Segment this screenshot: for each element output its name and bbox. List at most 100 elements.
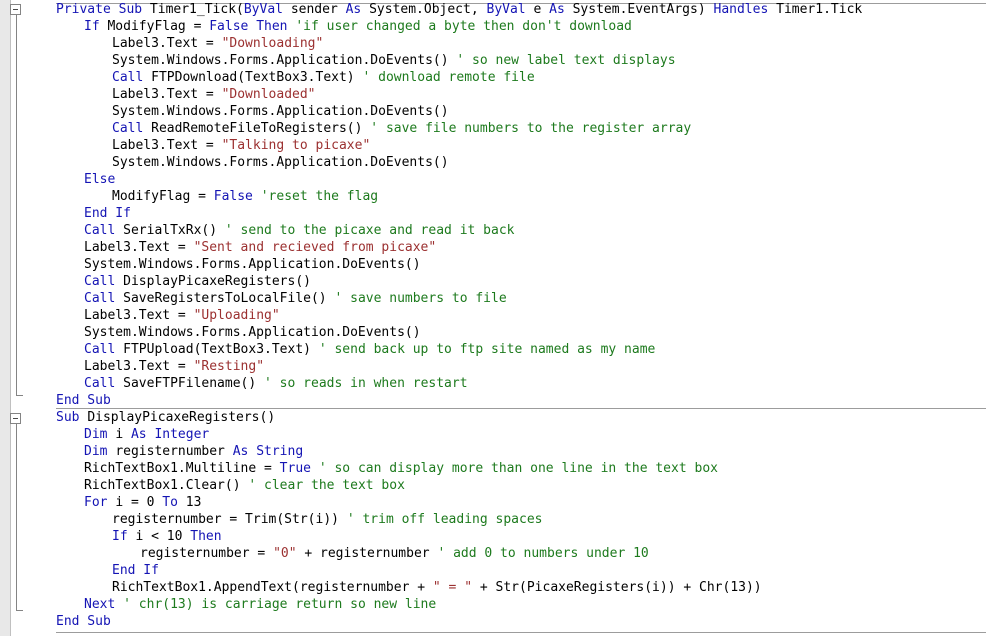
code-token-cmt: 'if user changed a byte then don't downl… xyxy=(295,19,632,34)
code-token-kw: As xyxy=(549,2,573,17)
code-token-str: " = " xyxy=(432,580,473,595)
code-token-pln: ReadRemoteFileToRegisters() xyxy=(151,121,371,136)
code-line[interactable]: Call SaveFTPFilename() ' so reads in whe… xyxy=(84,375,468,392)
code-token-kw: False xyxy=(213,189,261,204)
code-token-kw: Call xyxy=(112,121,152,136)
code-line[interactable]: RichTextBox1.Multiline = True ' so can d… xyxy=(84,460,718,477)
code-token-str: "Downloading" xyxy=(221,36,324,51)
code-token-pln: i < 10 xyxy=(135,529,191,544)
code-token-pln: Label3.Text = xyxy=(112,87,222,102)
code-line[interactable]: Label3.Text = "Sent and recieved from pi… xyxy=(84,239,436,256)
code-token-pln: DisplayPicaxeRegisters() xyxy=(87,410,276,425)
code-text-layer[interactable]: Private Sub Timer1_Tick(ByVal sender As … xyxy=(0,0,986,636)
code-token-str: "0" xyxy=(273,546,297,561)
code-line[interactable]: End If xyxy=(84,205,131,222)
code-line[interactable]: Dim registernumber As String xyxy=(84,443,303,460)
code-token-kw: Call xyxy=(112,70,152,85)
code-token-kw: As String xyxy=(232,444,304,459)
code-token-pln: SerialTxRx() xyxy=(123,223,225,238)
code-line[interactable]: End Sub xyxy=(56,392,111,409)
code-token-pln: DisplayPicaxeRegisters() xyxy=(123,274,311,289)
code-token-pln: i = 0 xyxy=(115,495,163,510)
code-token-kw: Next xyxy=(84,597,124,612)
code-line[interactable]: Label3.Text = "Uploading" xyxy=(84,307,280,324)
code-token-pln: System.Windows.Forms.Application.DoEvent… xyxy=(84,257,421,272)
code-line[interactable]: System.Windows.Forms.Application.DoEvent… xyxy=(84,256,421,273)
code-token-kw: End If xyxy=(84,206,131,221)
code-line[interactable]: Label3.Text = "Resting" xyxy=(84,358,264,375)
code-token-kw: Call xyxy=(84,223,124,238)
code-token-pln: ModifyFlag = xyxy=(112,189,214,204)
code-line[interactable]: Call SaveRegistersToLocalFile() ' save n… xyxy=(84,290,507,307)
code-token-str: "Downloaded" xyxy=(221,87,316,102)
code-line[interactable]: Call FTPDownload(TextBox3.Text) ' downlo… xyxy=(112,69,535,86)
code-token-cmt: ' send to the picaxe and read it back xyxy=(224,223,515,238)
code-token-kw: For xyxy=(84,495,116,510)
code-token-str: "Sent and recieved from picaxe" xyxy=(193,240,437,255)
code-line[interactable]: Dim i As Integer xyxy=(84,426,209,443)
code-line[interactable]: registernumber = Trim(Str(i)) ' trim off… xyxy=(112,511,542,528)
code-token-pln: 13 xyxy=(185,495,202,510)
code-token-kw: End Sub xyxy=(56,393,111,408)
code-line[interactable]: For i = 0 To 13 xyxy=(84,494,201,511)
code-line[interactable]: Call FTPUpload(TextBox3.Text) ' send bac… xyxy=(84,341,655,358)
code-line[interactable]: Sub DisplayPicaxeRegisters() xyxy=(56,409,275,426)
code-line[interactable]: Call SerialTxRx() ' send to the picaxe a… xyxy=(84,222,514,239)
code-line[interactable]: RichTextBox1.AppendText(registernumber +… xyxy=(112,579,762,596)
code-token-cmt: ' send back up to ftp site named as my n… xyxy=(318,342,656,357)
code-token-pln: System.Windows.Forms.Application.DoEvent… xyxy=(112,104,449,119)
code-token-kw: True xyxy=(279,461,319,476)
code-token-kw: Call xyxy=(84,291,124,306)
code-token-kw: Handles xyxy=(713,2,777,17)
code-token-str: "Uploading" xyxy=(193,308,280,323)
code-token-pln: System.Windows.Forms.Application.DoEvent… xyxy=(112,53,457,68)
code-line[interactable]: Label3.Text = "Downloading" xyxy=(112,35,323,52)
code-token-pln: RichTextBox1.Clear() xyxy=(84,478,249,493)
code-line[interactable]: End If xyxy=(112,562,159,579)
code-line[interactable]: Label3.Text = "Downloaded" xyxy=(112,86,316,103)
code-token-pln: Label3.Text = xyxy=(84,308,194,323)
code-token-pln: System.Object, xyxy=(369,2,487,17)
code-editor-pane[interactable]: Private Sub Timer1_Tick(ByVal sender As … xyxy=(0,0,986,636)
code-line[interactable]: registernumber = "0" + registernumber ' … xyxy=(140,545,649,562)
code-line[interactable]: System.Windows.Forms.Application.DoEvent… xyxy=(84,324,421,341)
code-token-kw: Sub xyxy=(56,410,88,425)
code-token-pln: System.Windows.Forms.Application.DoEvent… xyxy=(112,155,449,170)
code-line[interactable]: If ModifyFlag = False Then 'if user chan… xyxy=(84,18,632,35)
code-line[interactable]: Label3.Text = "Talking to picaxe" xyxy=(112,137,370,154)
code-line[interactable]: If i < 10 Then xyxy=(112,528,222,545)
code-token-pln: FTPUpload(TextBox3.Text) xyxy=(123,342,319,357)
code-token-kw: ByVal xyxy=(486,2,534,17)
code-line[interactable]: Call DisplayPicaxeRegisters() xyxy=(84,273,311,290)
code-token-pln: registernumber = xyxy=(140,546,274,561)
code-line[interactable]: Else xyxy=(84,171,115,188)
code-token-pln: sender xyxy=(290,2,346,17)
code-token-cmt: ' save file numbers to the register arra… xyxy=(370,121,692,136)
code-token-cmt: ' so can display more than one line in t… xyxy=(318,461,718,476)
code-token-pln: i xyxy=(115,427,131,442)
code-token-cmt: ' save numbers to file xyxy=(334,291,507,306)
code-line[interactable]: Call ReadRemoteFileToRegisters() ' save … xyxy=(112,120,691,137)
code-token-str: "Resting" xyxy=(193,359,265,374)
code-line[interactable]: ModifyFlag = False 'reset the flag xyxy=(112,188,378,205)
code-token-cmt: 'reset the flag xyxy=(260,189,379,204)
code-line[interactable]: Private Sub Timer1_Tick(ByVal sender As … xyxy=(56,1,862,18)
code-line[interactable]: System.Windows.Forms.Application.DoEvent… xyxy=(112,103,449,120)
code-token-pln: System.EventArgs) xyxy=(572,2,714,17)
code-token-str: "Talking to picaxe" xyxy=(221,138,371,153)
code-token-kw: Then xyxy=(190,529,222,544)
code-line[interactable]: End Sub xyxy=(56,613,111,630)
code-line[interactable]: System.Windows.Forms.Application.DoEvent… xyxy=(112,154,449,171)
code-line[interactable]: Next ' chr(13) is carriage return so new… xyxy=(84,596,436,613)
code-token-kw: Call xyxy=(84,274,124,289)
code-token-kw: End Sub xyxy=(56,614,111,629)
code-token-cmt: ' download remote file xyxy=(362,70,535,85)
code-token-kw: Dim xyxy=(84,427,116,442)
code-line[interactable]: RichTextBox1.Clear() ' clear the text bo… xyxy=(84,477,405,494)
code-token-kw: As Integer xyxy=(130,427,210,442)
code-token-pln: e xyxy=(533,2,550,17)
code-token-kw: If xyxy=(112,529,136,544)
code-token-pln: registernumber xyxy=(115,444,233,459)
code-line[interactable]: System.Windows.Forms.Application.DoEvent… xyxy=(112,52,676,69)
code-token-kw: If xyxy=(84,19,108,34)
